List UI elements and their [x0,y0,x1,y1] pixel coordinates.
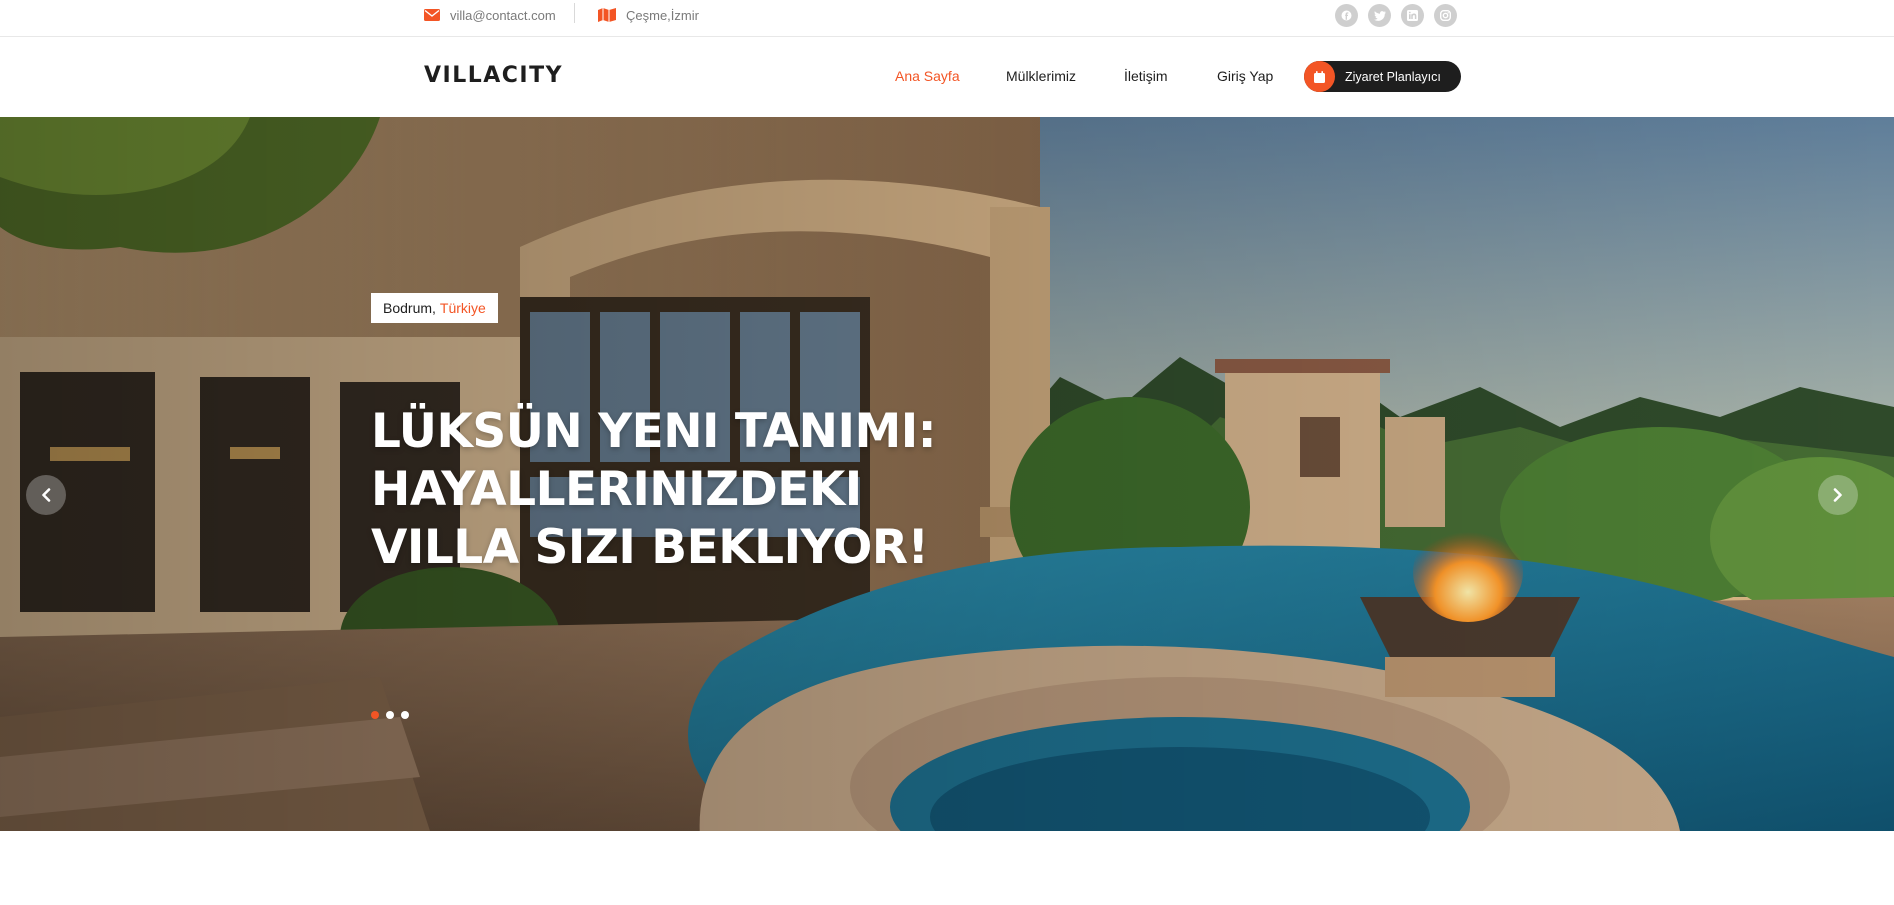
chevron-right-icon [1833,488,1842,502]
calendar-icon [1304,61,1335,92]
badge-city: Bodrum [383,300,433,316]
instagram-icon[interactable] [1434,4,1457,27]
social-links [1335,4,1457,27]
nav-item-properties[interactable]: Mülklerimiz [1006,68,1076,84]
map-icon [598,8,616,22]
linkedin-icon[interactable] [1401,4,1424,27]
site-logo[interactable]: VILLACITY [424,63,563,88]
headline-line-2: HAYALLERINIZDEKI [371,462,862,517]
top-bar: villa@contact.com Çeşme,İzmir [0,0,1894,37]
slider-dot-3[interactable] [401,711,409,719]
hero-headline: LÜKSÜN YENI TANIMI: HAYALLERINIZDEKI VIL… [371,403,1011,577]
nav-item-contact[interactable]: İletişim [1124,68,1168,84]
slider-dot-2[interactable] [386,711,394,719]
envelope-icon [424,9,440,21]
slider-dots [371,711,409,719]
badge-separator: , [432,300,436,316]
badge-country: Türkiye [439,300,486,316]
slider-dot-1[interactable] [371,711,379,719]
slider-next-button[interactable] [1818,475,1858,515]
headline-line-3: VILLA SIZI BEKLIYOR! [371,520,929,575]
email-text: villa@contact.com [450,7,556,23]
facebook-icon[interactable] [1335,4,1358,27]
visit-planner-label: Ziyaret Planlayıcı [1345,69,1441,84]
location-text: Çeşme,İzmir [626,7,699,23]
nav-item-home[interactable]: Ana Sayfa [895,68,960,84]
visit-planner-button[interactable]: Ziyaret Planlayıcı [1304,61,1461,92]
chevron-left-icon [42,488,51,502]
hero-slider: Bodrum, Türkiye LÜKSÜN YENI TANIMI: HAYA… [0,117,1894,831]
twitter-icon[interactable] [1368,4,1391,27]
headline-line-1: LÜKSÜN YENI TANIMI: [371,404,937,459]
contact-location: Çeşme,İzmir [598,0,699,30]
divider [574,3,575,23]
contact-email[interactable]: villa@contact.com [424,0,556,30]
slider-prev-button[interactable] [26,475,66,515]
main-navbar: VILLACITY Ana Sayfa Mülklerimiz İletişim… [0,37,1894,117]
nav-item-login[interactable]: Giriş Yap [1217,68,1273,84]
location-badge: Bodrum, Türkiye [371,293,498,323]
